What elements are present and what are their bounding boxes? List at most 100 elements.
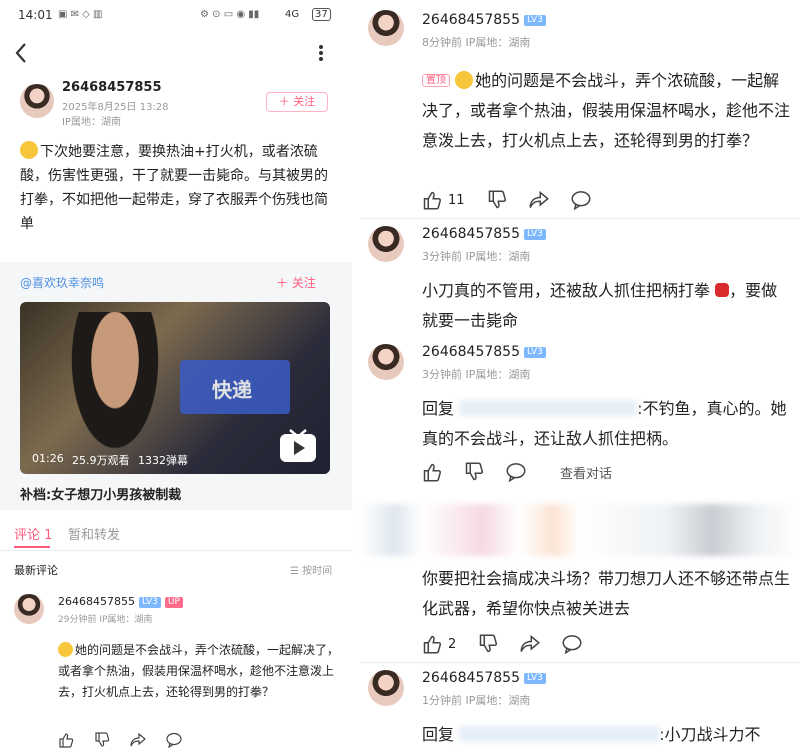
repost-follow-button[interactable]: ＋ 关注 — [276, 274, 316, 291]
video-person-shape — [60, 312, 170, 472]
crying-emoji-icon — [20, 141, 38, 159]
video-views: 25.9万观看 — [72, 454, 130, 467]
comment-username[interactable]: 26468457855 — [422, 226, 520, 242]
comment-text: 她的问题是不会战斗，弄个浓硫酸，一起解决了，或者拿个热油，假装用保温杯喝水，趁他… — [58, 643, 340, 699]
network-label: 4G — [285, 9, 300, 20]
comment-text-block: 回复 :小刀战斗力不 — [422, 720, 790, 750]
comment-text-block: 小刀真的不管用，还被敌人抓住把柄打拳 ，要做就要一击毙命 — [422, 276, 790, 336]
comment-username[interactable]: 26468457855 — [58, 595, 135, 608]
post-username[interactable]: 26468457855 — [62, 80, 162, 95]
comment-avatar[interactable] — [368, 10, 404, 46]
lv-badge: LV3 — [523, 14, 546, 26]
reply-icon[interactable] — [166, 732, 182, 748]
comment-username-row: 26468457855 LV3 — [422, 670, 546, 686]
left-panel: 14:01 ▣ ✉ ◇ ▥ ⚙ ⊙ ▭ ◉ ▮▮ 4G 37 264684578… — [0, 0, 352, 753]
video-sign: 快递 — [180, 360, 290, 414]
tab-comments[interactable]: 评论 1 — [14, 524, 52, 543]
comment-avatar[interactable] — [368, 670, 404, 706]
comment-username[interactable]: 26468457855 — [422, 670, 520, 686]
like-icon — [422, 634, 442, 654]
reply-icon[interactable] — [562, 634, 582, 654]
status-time: 14:01 — [18, 8, 53, 22]
comment-text: 她的问题是不会战斗，弄个浓硫酸，一起解决了，或者拿个热油，假装用保温杯喝水，趁他… — [422, 71, 791, 150]
dislike-icon[interactable] — [478, 634, 498, 654]
like-button[interactable]: 2 — [422, 634, 456, 654]
post-timestamp: 2025年8月25日 13:28 — [62, 102, 169, 113]
share-icon[interactable] — [529, 190, 549, 210]
back-icon[interactable] — [14, 42, 28, 64]
reply-icon[interactable] — [506, 462, 526, 482]
redacted-user-strip — [360, 504, 800, 556]
more-icon[interactable] — [318, 44, 324, 62]
redacted-username — [459, 726, 660, 742]
dislike-icon[interactable] — [94, 732, 110, 748]
comment-username-row: 26468457855 LV3 — [422, 344, 546, 360]
tab-reposts[interactable]: 暂和转发 — [68, 524, 120, 543]
video-thumbnail[interactable]: 快递 01:26 25.9万观看 1332弹幕 — [20, 302, 330, 474]
comment-text-block: 你要把社会搞成决斗场？带刀想刀人还不够还带点生化武器，希望你快点被关进去 — [422, 564, 790, 624]
post-ip: IP属地：湖南 — [62, 117, 121, 128]
comment-username-row: 26468457855 LV3 — [422, 12, 546, 28]
emoji-icon — [58, 642, 73, 657]
comment-username-row: 26468457855 LV3 UP — [58, 595, 183, 608]
sort-order-label: 按时间 — [302, 566, 333, 577]
comment-divider — [360, 218, 800, 219]
comment-text: 小刀真的不管用，还被敌人抓住把柄打拳 — [422, 281, 711, 300]
video-duration: 01:26 — [32, 452, 64, 465]
comment-meta: 1分钟前 IP属地：湖南 — [422, 694, 531, 707]
follow-button[interactable]: ＋ 关注 — [266, 92, 328, 112]
comment-username-row: 26468457855 LV3 — [422, 226, 546, 242]
sort-icon: ☰ — [290, 566, 299, 577]
tab-active-indicator — [14, 546, 50, 548]
dislike-icon[interactable] — [464, 462, 484, 482]
redacted-username — [459, 400, 638, 416]
like-icon — [422, 190, 442, 210]
reply-prefix: 回复 — [422, 725, 455, 744]
post-text: 下次她要注意，要换热油+打火机，或者浓硫酸，伤害性更强，干了就要一击毙命。与其被… — [20, 144, 328, 232]
comment-actions: 查看对话 — [422, 462, 612, 482]
comment-avatar[interactable] — [368, 344, 404, 380]
play-button-icon[interactable] — [278, 428, 318, 464]
like-count: 11 — [448, 192, 465, 208]
comment-meta: 8分钟前 IP属地：湖南 — [422, 36, 531, 49]
like-count: 2 — [448, 636, 457, 652]
view-chat-link[interactable]: 查看对话 — [560, 463, 612, 482]
lv-badge: LV3 — [523, 346, 546, 358]
dislike-icon[interactable] — [487, 190, 507, 210]
repost-author[interactable]: @喜欢玖幸奈鸣 — [20, 274, 104, 291]
comment-meta: 29分钟前 IP属地：湖南 — [58, 615, 153, 625]
comment-text-block: 回复 :不钓鱼，真心的。她真的不会战斗，还让敌人抓住把柄。 — [422, 394, 790, 454]
sort-order-button[interactable]: ☰ 按时间 — [290, 562, 332, 577]
panel-separator — [352, 0, 360, 753]
comment-meta: 3分钟前 IP属地：湖南 — [422, 250, 531, 263]
comment-username[interactable]: 26468457855 — [422, 12, 520, 28]
comment-avatar[interactable] — [14, 594, 44, 624]
like-icon[interactable] — [422, 462, 442, 482]
video-danmaku: 1332弹幕 — [138, 454, 188, 467]
like-icon[interactable] — [58, 732, 74, 748]
comment-text-block: 置顶 她的问题是不会战斗，弄个浓硫酸，一起解决了，或者拿个热油，假装用保温杯喝水… — [422, 66, 790, 156]
reply-icon[interactable] — [571, 190, 591, 210]
lv-badge: LV3 — [523, 672, 546, 684]
like-button[interactable]: 11 — [422, 190, 465, 210]
signal-icons: ⚙ ⊙ ▭ ◉ ▮▮ — [200, 9, 260, 20]
avatar[interactable] — [20, 84, 54, 118]
lv-badge: LV3 — [523, 228, 546, 240]
emoji-icon — [455, 71, 474, 89]
share-icon[interactable] — [520, 634, 541, 654]
comment-avatar[interactable] — [368, 226, 404, 262]
comment-actions: 2 — [422, 634, 582, 654]
video-title[interactable]: 补档:女子想刀小男孩被制裁 — [20, 484, 181, 503]
post-text-block: 下次她要注意，要换热油+打火机，或者浓硫酸，伤害性更强，干了就要一击毙命。与其被… — [20, 140, 332, 236]
comment-actions: 11 — [422, 190, 591, 210]
comment-divider — [360, 662, 800, 663]
up-badge: UP — [164, 596, 183, 608]
notification-icons: ▣ ✉ ◇ ▥ — [58, 9, 103, 20]
repost-card[interactable]: @喜欢玖幸奈鸣 ＋ 关注 快递 01:26 25.9万观看 1332弹幕 补档:… — [0, 262, 352, 510]
video-sign-text: 快递 — [212, 378, 252, 402]
battery-level: 37 — [312, 8, 331, 21]
status-bar: 14:01 ▣ ✉ ◇ ▥ ⚙ ⊙ ▭ ◉ ▮▮ 4G 37 — [0, 0, 352, 28]
comment-username[interactable]: 26468457855 — [422, 344, 520, 360]
share-icon[interactable] — [130, 732, 146, 748]
right-panel: 26468457855 LV3 8分钟前 IP属地：湖南 置顶 她的问题是不会战斗… — [360, 0, 800, 753]
